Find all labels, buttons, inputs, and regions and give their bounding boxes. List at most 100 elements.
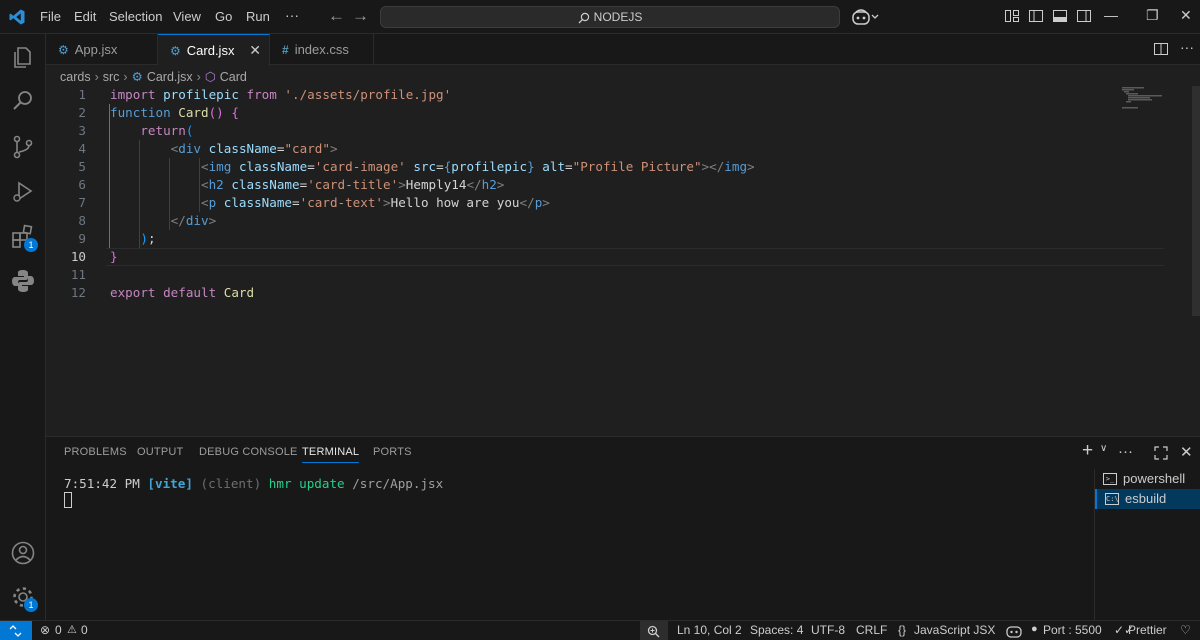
- toggle-panel-icon[interactable]: [1052, 8, 1068, 24]
- command-center-search[interactable]: NODEJS: [380, 6, 840, 28]
- code-text: function Card() {: [110, 105, 239, 120]
- css-hash-icon: #: [282, 43, 289, 57]
- terminal-output[interactable]: 7:51:42 PM [vite] (client) hmr update /s…: [64, 475, 443, 493]
- toggle-primary-sidebar-icon[interactable]: [1028, 8, 1044, 24]
- terminal-client-tag: (client): [200, 476, 262, 491]
- menu-edit[interactable]: Edit: [74, 9, 96, 24]
- symbol-cube-icon: ⬡: [204, 70, 216, 84]
- breadcrumb: cards › src › ⚙ Card.jsx › ⬡ Card: [60, 68, 247, 86]
- errors-count[interactable]: 0: [55, 623, 62, 637]
- terminal-item-label: esbuild: [1125, 491, 1167, 506]
- code-text: <h2 className='card-title'>Hemply14</h2>: [201, 177, 505, 192]
- terminal-time: 7:51:42 PM: [64, 476, 140, 491]
- copilot-status-icon[interactable]: [1006, 624, 1022, 638]
- close-panel-icon[interactable]: ✕: [1180, 443, 1193, 461]
- remote-indicator[interactable]: [0, 621, 32, 640]
- split-editor-icon[interactable]: [1154, 42, 1168, 56]
- terminal-item-esbuild[interactable]: C:\ esbuild: [1095, 489, 1200, 509]
- breadcrumb-item[interactable]: Card: [220, 68, 247, 86]
- editor-tabs: ⚙ App.jsx ⚙ Card.jsx ✕ # index.css ···: [46, 34, 1200, 66]
- encoding[interactable]: UTF-8: [811, 623, 845, 637]
- terminal-message: hmr update: [268, 476, 345, 491]
- panel-more-icon[interactable]: ···: [1118, 443, 1133, 460]
- live-server-port[interactable]: Port : 5500: [1043, 623, 1102, 637]
- code-text: import profilepic from './assets/profile…: [110, 87, 452, 102]
- formatter[interactable]: Prettier: [1128, 623, 1167, 637]
- react-icon: ⚙: [131, 70, 143, 84]
- back-arrow-icon[interactable]: ←: [328, 6, 345, 26]
- breadcrumb-item[interactable]: Card.jsx: [147, 68, 193, 86]
- breadcrumb-item[interactable]: src: [103, 68, 120, 86]
- search-text: NODEJS: [593, 10, 643, 24]
- editor-scrollbar[interactable]: [1192, 86, 1200, 316]
- search-icon: [578, 12, 589, 24]
- line-number: 11: [70, 267, 86, 282]
- terminal-item-label: powershell: [1123, 471, 1186, 486]
- menu-run[interactable]: Run: [246, 9, 270, 24]
- warnings-count[interactable]: 0: [81, 623, 88, 637]
- new-terminal-plus-icon[interactable]: +: [1082, 440, 1093, 462]
- settings-badge: 1: [24, 598, 38, 612]
- language-mode[interactable]: JavaScript JSX: [914, 623, 995, 637]
- menu-more-icon[interactable]: ···: [285, 7, 299, 23]
- menu-view[interactable]: View: [173, 9, 201, 24]
- bottom-panel: PROBLEMS OUTPUT DEBUG CONSOLE TERMINAL P…: [46, 436, 1200, 621]
- search-sidebar-icon[interactable]: [10, 88, 36, 114]
- accounts-icon[interactable]: [10, 540, 36, 566]
- python-icon[interactable]: [10, 268, 36, 294]
- minimap[interactable]: [1122, 86, 1182, 116]
- panel-tab-problems[interactable]: PROBLEMS: [64, 446, 127, 458]
- minimize-icon[interactable]: —: [1104, 7, 1118, 23]
- indentation[interactable]: Spaces: 4: [750, 623, 803, 637]
- tab-label: index.css: [294, 42, 349, 57]
- panel-tab-terminal[interactable]: TERMINAL: [302, 446, 360, 463]
- cursor-position[interactable]: Ln 10, Col 2: [677, 623, 742, 637]
- terminal-icon: >_: [1103, 473, 1117, 485]
- run-debug-icon[interactable]: [10, 178, 36, 204]
- terminal-vite-tag: [vite]: [147, 476, 193, 491]
- warnings-icon[interactable]: ⚠: [67, 623, 77, 636]
- panel-tab-debug-console[interactable]: DEBUG CONSOLE: [199, 446, 298, 458]
- end-of-line[interactable]: CRLF: [856, 623, 887, 637]
- code-text: );: [140, 231, 156, 246]
- more-actions-icon[interactable]: ···: [1180, 39, 1194, 55]
- line-number: 4: [78, 141, 86, 156]
- breadcrumb-item[interactable]: cards: [60, 68, 91, 86]
- explorer-icon[interactable]: [10, 44, 36, 70]
- line-number: 7: [78, 195, 86, 210]
- chevron-right-icon: ›: [94, 70, 99, 84]
- port-broadcast-icon: ●: [1031, 623, 1038, 635]
- line-number: 9: [78, 231, 86, 246]
- panel-tab-output[interactable]: OUTPUT: [137, 446, 183, 458]
- line-number: 10: [70, 249, 86, 264]
- source-control-icon[interactable]: [10, 134, 36, 160]
- restore-icon[interactable]: ❐: [1146, 7, 1159, 24]
- tab-index-css[interactable]: # index.css: [270, 34, 374, 65]
- tab-label: Card.jsx: [186, 43, 235, 58]
- toggle-secondary-sidebar-icon[interactable]: [1076, 8, 1092, 24]
- customize-layout-icon[interactable]: [1004, 8, 1020, 24]
- terminal-dropdown-chevron-icon[interactable]: ∨: [1100, 443, 1107, 454]
- activity-bar: 1 1: [0, 34, 46, 620]
- line-number: 6: [78, 177, 86, 192]
- maximize-panel-icon[interactable]: [1154, 446, 1168, 460]
- menu-selection[interactable]: Selection: [109, 9, 162, 24]
- terminal-item-powershell[interactable]: >_ powershell: [1095, 469, 1200, 489]
- copilot-icon[interactable]: [852, 8, 880, 26]
- forward-arrow-icon[interactable]: →: [352, 6, 369, 26]
- panel-tab-ports[interactable]: PORTS: [373, 446, 412, 458]
- notifications-bell-icon[interactable]: ♡: [1180, 623, 1191, 637]
- zoom-indicator[interactable]: [640, 621, 668, 640]
- close-window-icon[interactable]: ✕: [1180, 7, 1192, 24]
- tab-app-jsx[interactable]: ⚙ App.jsx: [46, 34, 158, 65]
- terminal-cmd-icon: C:\: [1105, 493, 1119, 505]
- chevron-right-icon: ›: [196, 70, 201, 84]
- code-editor[interactable]: 1 import profilepic from './assets/profil…: [46, 86, 1200, 436]
- tab-card-jsx[interactable]: ⚙ Card.jsx ✕: [158, 34, 270, 66]
- code-text: }: [110, 249, 118, 264]
- errors-icon[interactable]: ⊗: [40, 623, 50, 637]
- menu-file[interactable]: File: [40, 9, 61, 24]
- menu-go[interactable]: Go: [215, 9, 232, 24]
- close-tab-icon[interactable]: ✕: [249, 35, 261, 66]
- chevron-right-icon: ›: [123, 70, 128, 84]
